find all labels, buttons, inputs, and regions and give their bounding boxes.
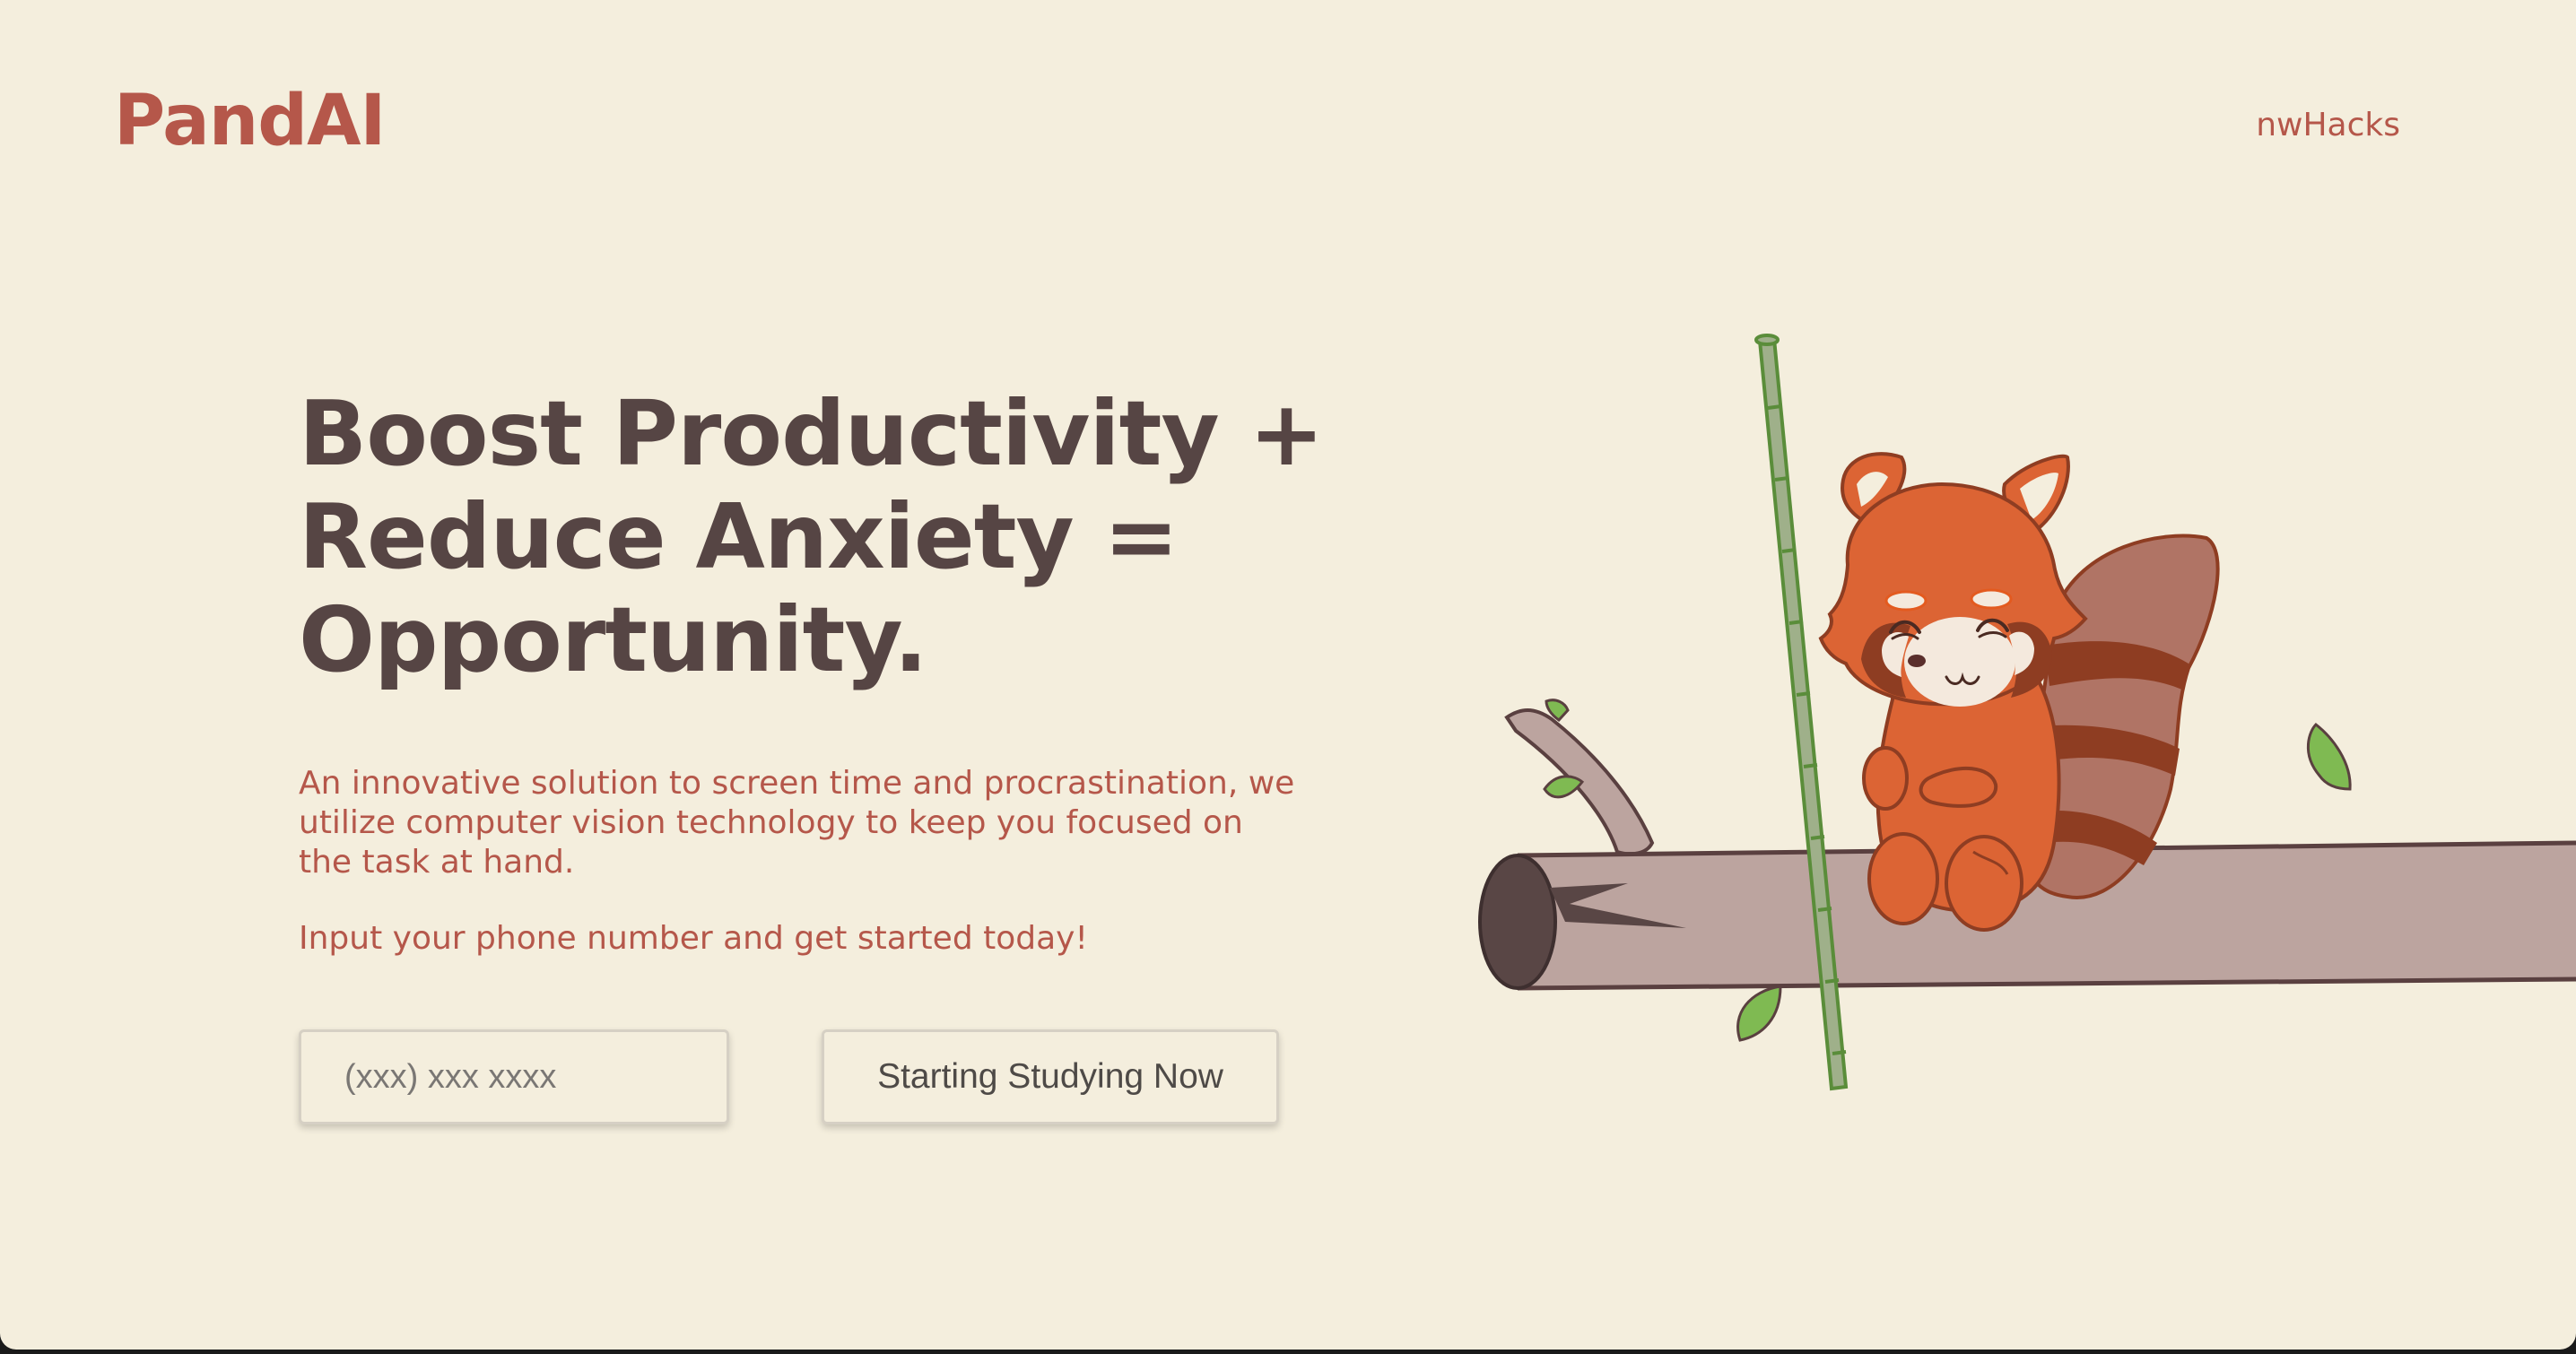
leaf-icon [2306, 723, 2352, 791]
red-panda-illustration [1478, 334, 2576, 1091]
landing-page: PandAI nwHacks Boost Productivity + Redu… [0, 0, 2576, 1350]
panda-foot-right [1945, 835, 2023, 932]
panda-nose [1908, 655, 1926, 667]
phone-number-input[interactable] [299, 1029, 729, 1124]
brand-logo[interactable]: PandAI [114, 86, 386, 156]
log-end [1478, 854, 1557, 990]
hero-description: An innovative solution to screen time an… [299, 765, 1295, 881]
cta-text: Input your phone number and get started … [299, 920, 1088, 957]
headline-line-2: Reduce Anxiety = [299, 484, 1179, 589]
start-studying-button[interactable]: Starting Studying Now [822, 1029, 1279, 1124]
leaf-icon [1736, 985, 1782, 1042]
hero-headline: Boost Productivity + Reduce Anxiety = Op… [299, 381, 1324, 692]
panda-eyebrow-right [1970, 588, 2013, 610]
headline-line-1: Boost Productivity + [299, 381, 1324, 486]
panda-eyebrow-left [1884, 590, 1928, 612]
panda-foot-left [1867, 832, 1939, 925]
nav-link-nwhacks[interactable]: nwHacks [2256, 109, 2400, 142]
headline-line-3: Opportunity. [299, 587, 927, 692]
leaf-icon [1543, 775, 1585, 799]
panda-arm [1862, 746, 1909, 811]
